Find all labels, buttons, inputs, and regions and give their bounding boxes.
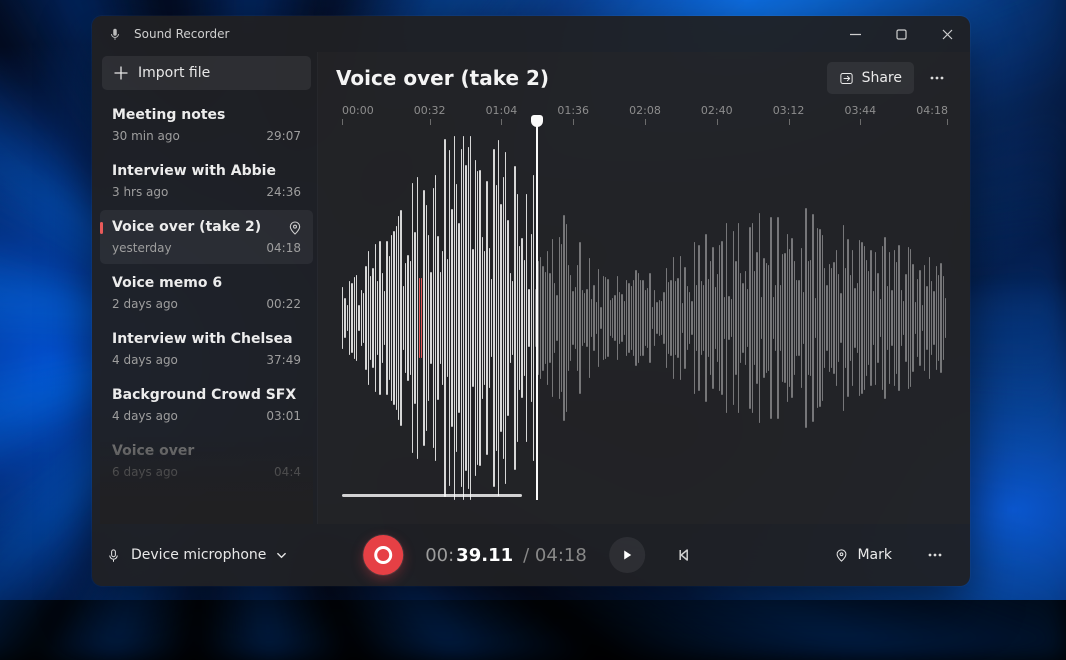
recording-title: Interview with Abbie [112, 164, 301, 178]
record-icon [374, 546, 392, 564]
recording-item[interactable]: Interview with Chelsea 4 days ago 37:49 [100, 322, 313, 376]
time-tick: 02:40 [701, 104, 733, 132]
more-icon [927, 547, 943, 563]
time-tick: 01:04 [486, 104, 518, 132]
device-selector[interactable]: Device microphone [106, 547, 287, 563]
sound-recorder-window: Sound Recorder Import file Meeting notes… [92, 16, 970, 586]
recording-age: 4 days ago [112, 354, 178, 366]
maximize-button[interactable] [878, 16, 924, 52]
time-tick: 00:32 [414, 104, 446, 132]
time-ticks: 00:00 00:32 01:04 01:36 02:08 02:40 03:12 03:44… [342, 104, 948, 132]
recording-age: 6 days ago [112, 466, 178, 478]
recording-age: 2 days ago [112, 298, 178, 310]
mark-label: Mark [857, 547, 892, 563]
time-tick: 00:00 [342, 104, 374, 132]
import-file-label: Import file [138, 65, 210, 81]
recording-duration: 24:36 [266, 186, 301, 198]
recording-item[interactable]: Background Crowd SFX 4 days ago 03:01 [100, 378, 313, 432]
playback-time: 00:39.11 / 04:18 [425, 545, 587, 566]
more-button[interactable] [920, 62, 954, 94]
time-tick: 01:36 [557, 104, 589, 132]
restart-button[interactable] [667, 539, 699, 571]
close-button[interactable] [924, 16, 970, 52]
app-icon [106, 25, 124, 43]
recording-title: Voice over (take 2) [112, 220, 301, 234]
time-tick: 04:18 [916, 104, 948, 132]
time-minutes: 00: [425, 545, 454, 566]
recording-item[interactable]: Meeting notes 30 min ago 29:07 [100, 98, 313, 152]
recording-duration: 37:49 [266, 354, 301, 366]
zoom-indicator[interactable] [342, 494, 522, 497]
timeline[interactable]: 00:00 00:32 01:04 01:36 02:08 02:40 03:12 03:44… [336, 104, 954, 500]
recording-duration: 03:01 [266, 410, 301, 422]
recording-duration: 00:22 [266, 298, 301, 310]
mark-button[interactable]: Mark [824, 539, 902, 571]
recording-age: yesterday [112, 242, 172, 254]
recording-title: Voice over (take 2) [336, 66, 549, 90]
share-icon [839, 71, 854, 86]
titlebar: Sound Recorder [92, 16, 970, 52]
playhead[interactable] [536, 124, 538, 500]
waveform[interactable] [336, 136, 954, 500]
skip-previous-icon [675, 547, 691, 563]
recording-age: 4 days ago [112, 410, 178, 422]
record-button[interactable] [363, 535, 403, 575]
marker-icon [834, 548, 849, 563]
recording-title: Meeting notes [112, 108, 301, 122]
recording-duration: 04:18 [266, 242, 301, 254]
recording-item[interactable]: Interview with Abbie 3 hrs ago 24:36 [100, 154, 313, 208]
recording-age: 30 min ago [112, 130, 180, 142]
play-button[interactable] [609, 537, 645, 573]
time-tick: 03:44 [844, 104, 876, 132]
recording-duration: 04:4 [274, 466, 301, 478]
sidebar: Import file Meeting notes 30 min ago 29:… [92, 52, 318, 524]
share-button[interactable]: Share [827, 62, 914, 94]
import-file-button[interactable]: Import file [102, 56, 311, 90]
share-label: Share [862, 70, 902, 86]
recording-title: Voice over [112, 444, 301, 458]
recording-age: 3 hrs ago [112, 186, 168, 198]
recording-duration: 29:07 [266, 130, 301, 142]
recordings-list[interactable]: Meeting notes 30 min ago 29:07 Interview… [100, 98, 313, 524]
time-seconds: 39.11 [456, 545, 513, 566]
footer-toolbar: Device microphone 00:39.11 / 04:18 [92, 524, 970, 586]
app-title: Sound Recorder [134, 27, 229, 41]
plus-icon [114, 66, 128, 80]
minimize-button[interactable] [832, 16, 878, 52]
marker-icon [287, 220, 303, 236]
more-icon [929, 70, 945, 86]
recording-title: Voice memo 6 [112, 276, 301, 290]
recording-item[interactable]: Voice memo 6 2 days ago 00:22 [100, 266, 313, 320]
microphone-icon [106, 548, 121, 563]
time-tick: 02:08 [629, 104, 661, 132]
play-icon [620, 548, 634, 562]
device-label: Device microphone [131, 547, 266, 563]
chevron-down-icon [276, 550, 287, 561]
time-tick: 03:12 [773, 104, 805, 132]
time-total: / 04:18 [523, 545, 587, 566]
recording-title: Interview with Chelsea [112, 332, 301, 346]
recording-item[interactable]: Voice over 6 days ago 04:4 [100, 434, 313, 488]
recording-item[interactable]: Voice over (take 2) yesterday 04:18 [100, 210, 313, 264]
footer-more-button[interactable] [918, 539, 952, 571]
main-panel: Voice over (take 2) Share 00:00 00:32 01:0… [318, 52, 970, 524]
recording-title: Background Crowd SFX [112, 388, 301, 402]
